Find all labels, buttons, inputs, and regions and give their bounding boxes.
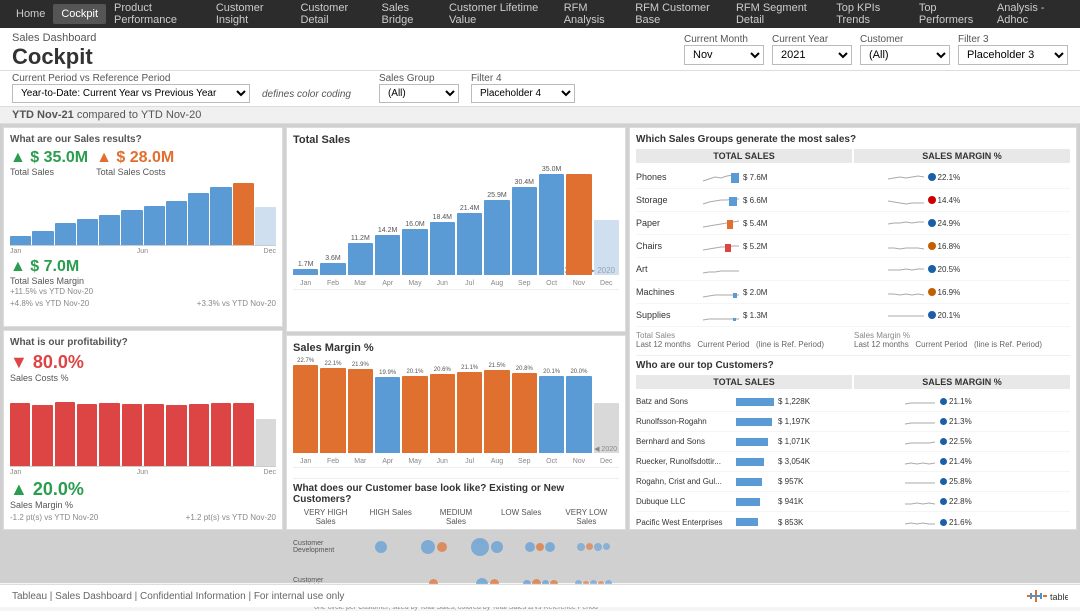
nav-cockpit[interactable]: Cockpit — [53, 4, 106, 24]
total-costs-value: ▲ $ 28.0M — [96, 149, 174, 167]
period-label: Current Period vs Reference Period — [12, 73, 250, 84]
nav-rfm-customer-base[interactable]: RFM Customer Base — [627, 0, 728, 30]
footer-text: Tableau | Sales Dashboard | Confidential… — [12, 591, 344, 602]
filter4-label: Filter 4 — [471, 73, 575, 84]
color-coding-note: defines color coding — [262, 89, 351, 100]
total-sales-header: TOTAL SALES — [636, 149, 852, 163]
sales-groups-title: Which Sales Groups generate the most sal… — [636, 134, 1070, 145]
nav-top-performers[interactable]: Top Performers — [911, 0, 989, 30]
sales-results-title: What are our Sales results? — [10, 134, 276, 145]
customer-base-title: What does our Customer base look like? E… — [293, 483, 619, 505]
svg-text:tableau: tableau — [1050, 592, 1068, 602]
group-name-supplies: Supplies — [636, 310, 701, 320]
nav-customer-lifetime[interactable]: Customer Lifetime Value — [441, 0, 556, 30]
customer-filter-label: Customer — [860, 34, 950, 45]
current-year-label: Current Year — [772, 34, 852, 45]
nav-rfm-analysis[interactable]: RFM Analysis — [556, 0, 628, 30]
total-costs-label: Total Sales Costs — [96, 167, 174, 177]
nav-rfm-segment-detail[interactable]: RFM Segment Detail — [728, 0, 828, 30]
top-navigation: Home Cockpit Product Performance Custome… — [0, 0, 1080, 28]
nav-product-performance[interactable]: Product Performance — [106, 0, 208, 30]
margin-pct-label: Sales Margin % — [10, 500, 84, 510]
margin-header: SALES MARGIN % — [854, 149, 1070, 163]
margin-delta: +11.5% vs YTD Nov-20 — [10, 287, 276, 296]
filter3-select[interactable]: Placeholder 3 — [958, 45, 1068, 65]
total-sales-label: Total Sales — [10, 167, 88, 177]
page-title: Cockpit — [12, 44, 96, 70]
customer-filter-select[interactable]: (All) — [860, 45, 950, 65]
group-name-storage: Storage — [636, 195, 701, 205]
group-name-paper: Paper — [636, 218, 701, 228]
margin-value: ▲ $ 7.0M — [10, 258, 276, 276]
sales-margin-title: Sales Margin % — [293, 342, 619, 354]
margin-pct-value: ▲ 20.0% — [10, 479, 84, 500]
ytd-comparison-text: compared to YTD Nov-20 — [77, 109, 202, 121]
tableau-logo: tableau — [1008, 588, 1068, 604]
ytd-period: YTD Nov-21 — [12, 109, 74, 121]
breadcrumb: Sales Dashboard — [12, 32, 96, 44]
current-month-select[interactable]: Nov — [684, 45, 764, 65]
sales-group-label: Sales Group — [379, 73, 459, 84]
total-sales-chart-title: Total Sales — [293, 134, 619, 146]
profitability-title: What is our profitability? — [10, 337, 276, 348]
group-name-phones: Phones — [636, 172, 701, 182]
total-sales-value: ▲ $ 35.0M — [10, 149, 88, 167]
costs-pct-value: ▼ 80.0% — [10, 352, 84, 373]
nav-customer-detail[interactable]: Customer Detail — [292, 0, 373, 30]
group-name-art: Art — [636, 264, 701, 274]
nav-home[interactable]: Home — [8, 4, 53, 24]
top-customers-table: Batz and Sons $ 1,228K 21.1% Runolfsson-… — [636, 392, 1070, 530]
margin-label: Total Sales Margin — [10, 276, 276, 286]
nav-customer-insight[interactable]: Customer Insight — [208, 0, 293, 30]
nav-analysis-adhoc[interactable]: Analysis - Adhoc — [989, 0, 1072, 30]
costs-pct-label: Sales Costs % — [10, 373, 84, 383]
sales-group-table: Phones $ 7.6M 22.1% Storage $ 6.6M — [636, 166, 1070, 327]
filter4-select[interactable]: Placeholder 4 — [471, 84, 575, 103]
current-month-label: Current Month — [684, 34, 764, 45]
period-select[interactable]: Year-to-Date: Current Year vs Previous Y… — [12, 84, 250, 103]
group-name-chairs: Chairs — [636, 241, 701, 251]
current-year-select[interactable]: 2021 — [772, 45, 852, 65]
nav-top-kpis[interactable]: Top KPIs Trends — [828, 0, 911, 30]
group-name-machines: Machines — [636, 287, 701, 297]
sales-group-select[interactable]: (All) — [379, 84, 459, 103]
nav-sales-bridge[interactable]: Sales Bridge — [374, 0, 441, 30]
filter3-label: Filter 3 — [958, 34, 1068, 45]
top-customers-title: Who are our top Customers? — [636, 360, 1070, 371]
